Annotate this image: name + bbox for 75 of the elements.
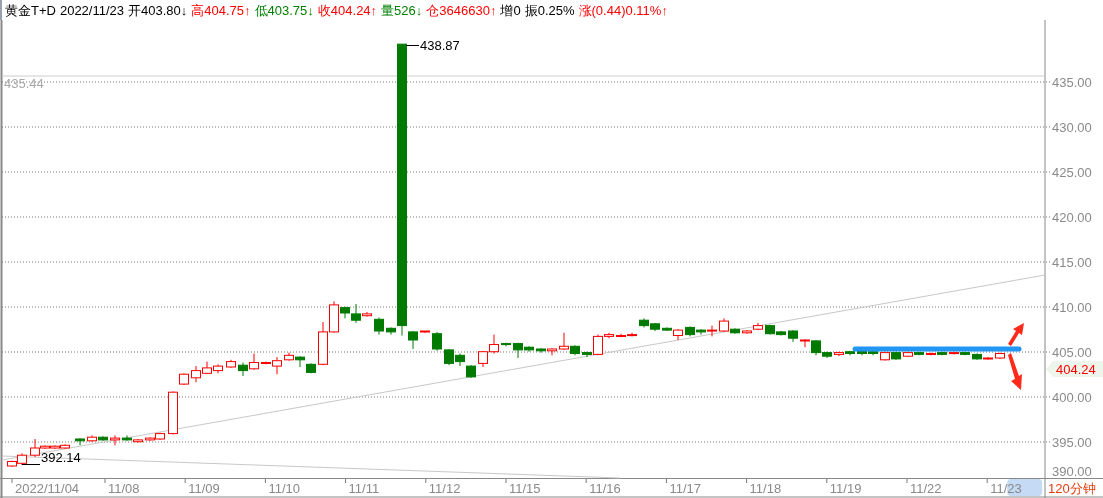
candlestick [202,361,212,375]
candlestick [995,352,1005,360]
candlestick [478,350,488,368]
candlestick [639,317,649,328]
candlestick [318,321,328,366]
quote-value: 开403.80↓ [128,3,188,17]
price-axis-label: 415.00 [1052,255,1092,270]
period-label[interactable]: 120分钟 [1048,481,1096,496]
date-axis-label: 11/08 [108,481,140,496]
candlestick [547,347,557,356]
candlestick [374,317,384,336]
candlestick [420,330,430,334]
candlestick [891,351,901,361]
price-axis-label: 430.00 [1052,120,1092,135]
candlestick [238,362,248,377]
candlestick [685,326,695,337]
quote-value: 量526↓ [381,3,423,17]
date-axis-label: 11/09 [188,481,220,496]
candlestick [87,434,97,443]
date-axis-label: 11/22 [910,481,942,496]
low-price-label: 392.14 [41,450,81,465]
price-axis-label: 400.00 [1052,390,1092,405]
price-axis-label: 405.00 [1052,345,1092,360]
candlestick [249,353,259,371]
candlestick [306,362,316,374]
price-axis-label: 395.00 [1052,435,1092,450]
high-price-label: 438.87 [420,38,460,53]
date-axis-label: 2022/11/04 [15,481,80,496]
candlestick [179,372,189,386]
date-axis-label: 11/23 [990,481,1022,496]
down-arrow-icon [1008,353,1022,390]
date-axis-label: 11/18 [749,481,782,496]
candlestick [444,348,454,366]
candlestick [880,351,890,362]
last-price-tag: 404.24 [1046,361,1103,377]
quote-date: 2022/11/23 [59,3,125,17]
candlestick [295,355,305,368]
candlestick [501,342,511,347]
up-arrow-icon [1008,323,1024,346]
quote-value: 低403.75↓ [254,3,314,17]
candlestick [650,322,660,332]
leader-line [21,464,41,465]
price-axis-label: 410.00 [1052,300,1092,315]
candlestick [788,329,798,343]
candlestick [191,365,201,383]
date-axis-label: 11/19 [829,481,862,496]
date-axis-label: 11/11 [348,481,380,496]
candlestick [226,359,236,369]
date-axis-label: 11/10 [268,481,300,496]
quote-value: 仓3646630↑ [426,3,497,17]
candlestick [489,334,499,354]
quote-value: 振0.25% [524,3,575,17]
candlestick [432,331,442,352]
candlestick [284,352,294,362]
leader-line [405,45,420,46]
price-axis-label: 420.00 [1052,210,1092,225]
price-axis-label: 425.00 [1052,165,1092,180]
instrument-name: 黄金T+D [5,3,56,17]
date-axis-label: 11/17 [669,481,701,496]
price-axis-label: 390.00 [1052,464,1092,479]
date-axis-label: 11/12 [428,481,461,496]
candlestick [168,390,178,435]
reference-price-label: 435.44 [4,76,44,91]
quote-value: 增0 [500,3,521,17]
date-axis-label: 11/15 [509,481,541,496]
candlestick [75,437,85,446]
candlestick [213,363,223,374]
quote-value: 收404.24↑ [317,3,378,17]
date-axis-label: 11/16 [589,481,621,496]
quote-value: 涨(0.44)0.11%↑ [578,3,668,17]
quote-value: 高404.75↑ [191,3,251,17]
candlestick [110,434,120,446]
price-axis-label: 435.00 [1052,75,1092,90]
candlestick [455,353,465,367]
candlestick [466,364,476,379]
